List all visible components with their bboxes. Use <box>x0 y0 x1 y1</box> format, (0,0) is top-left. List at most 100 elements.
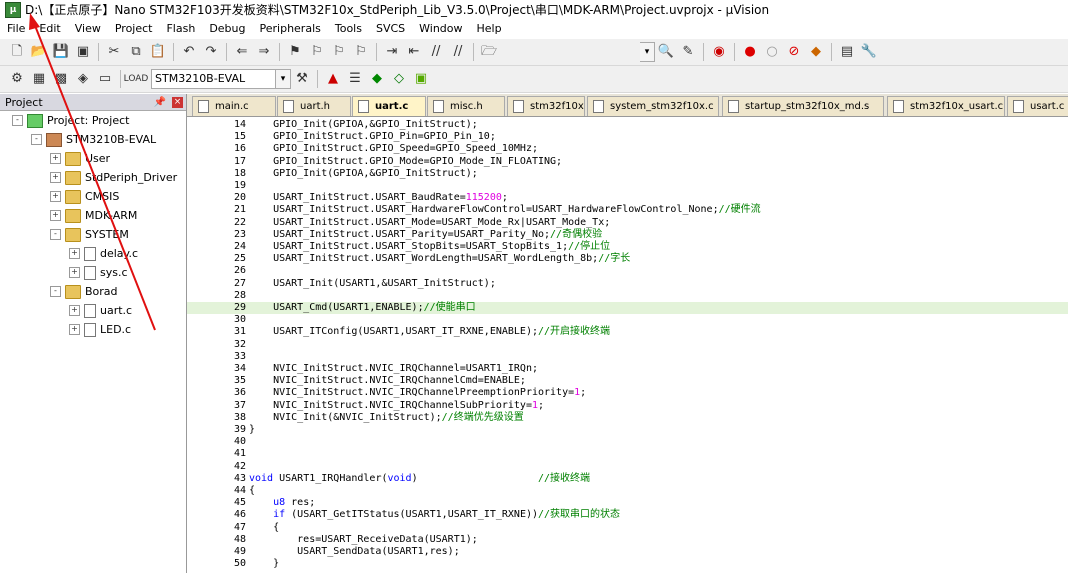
target-options-icon[interactable]: ⚒ <box>292 69 312 89</box>
prev-bookmark-icon[interactable]: ⚐ <box>307 42 327 62</box>
code-line[interactable]: 40 <box>187 436 1068 448</box>
menu-window[interactable]: Window <box>412 19 469 39</box>
pack-installer-icon[interactable]: ◇ <box>389 69 409 89</box>
cut-icon[interactable]: ✂ <box>104 42 124 62</box>
expand-icon[interactable]: + <box>50 153 61 164</box>
code-line[interactable]: 50 } <box>187 558 1068 570</box>
open-file-icon[interactable]: 📂 <box>29 42 49 62</box>
batch-build-icon[interactable]: ◈ <box>73 69 93 89</box>
disable-breakpoint-icon[interactable]: ○ <box>762 42 782 62</box>
expand-icon[interactable]: + <box>69 267 80 278</box>
code-line[interactable]: 32 <box>187 339 1068 351</box>
code-line[interactable]: 29 USART_Cmd(USART1,ENABLE);//使能串口 <box>187 302 1068 314</box>
code-editor[interactable]: 14 GPIO_Init(GPIOA,&GPIO_InitStruct); 15 … <box>187 117 1068 573</box>
tree-item[interactable]: + User <box>0 149 186 168</box>
menu-file[interactable]: File <box>0 19 32 39</box>
expand-icon[interactable]: + <box>50 172 61 183</box>
tree-item[interactable]: + LED.c <box>0 320 186 339</box>
code-line[interactable]: 31 USART_ITConfig(USART1,USART_IT_RXNE,E… <box>187 326 1068 338</box>
save-all-icon[interactable]: ▣ <box>73 42 93 62</box>
expand-icon[interactable]: + <box>69 305 80 316</box>
nav-back-icon[interactable]: ⇐ <box>232 42 252 62</box>
menu-flash[interactable]: Flash <box>159 19 202 39</box>
code-line[interactable]: 14 GPIO_Init(GPIOA,&GPIO_InitStruct); <box>187 119 1068 131</box>
menu-project[interactable]: Project <box>108 19 160 39</box>
code-line[interactable]: 24 USART_InitStruct.USART_StopBits=USART… <box>187 241 1068 253</box>
find-icon[interactable]: 🔍 <box>656 42 676 62</box>
code-line[interactable]: 49 USART_SendData(USART1,res); <box>187 546 1068 558</box>
tree-item[interactable]: - Project: Project <box>0 111 186 130</box>
target-select[interactable]: STM3210B-EVAL <box>151 69 276 89</box>
collapse-icon[interactable]: - <box>12 115 23 126</box>
code-line[interactable]: 17 GPIO_InitStruct.GPIO_Mode=GPIO_Mode_I… <box>187 156 1068 168</box>
unindent-icon[interactable]: ⇤ <box>404 42 424 62</box>
expand-icon[interactable]: + <box>50 210 61 221</box>
tree-item[interactable]: - SYSTEM <box>0 225 186 244</box>
code-line[interactable]: 39} <box>187 424 1068 436</box>
tab-startup-stm32f10x-md-s[interactable]: startup_stm32f10x_md.s <box>722 96 884 116</box>
collapse-icon[interactable]: - <box>50 286 61 297</box>
clear-bookmarks-icon[interactable]: ⚐ <box>351 42 371 62</box>
code-line[interactable]: 36 NVIC_InitStruct.NVIC_IRQChannelPreemp… <box>187 387 1068 399</box>
code-line[interactable]: 16 GPIO_InitStruct.GPIO_Speed=GPIO_Speed… <box>187 143 1068 155</box>
code-line[interactable]: 46 if (USART_GetITStatus(USART1,USART_IT… <box>187 509 1068 521</box>
code-line[interactable]: 33 <box>187 351 1068 363</box>
tab-main-c[interactable]: main.c <box>192 96 276 116</box>
code-line[interactable]: 37 NVIC_InitStruct.NVIC_IRQChannelSubPri… <box>187 400 1068 412</box>
code-line[interactable]: 23 USART_InitStruct.USART_Parity=USART_P… <box>187 229 1068 241</box>
tree-item[interactable]: + sys.c <box>0 263 186 282</box>
copy-icon[interactable]: ⧉ <box>126 42 146 62</box>
expand-icon[interactable]: + <box>69 324 80 335</box>
find-in-files-icon[interactable]: 🗁 <box>479 42 499 62</box>
code-line[interactable]: 38 NVIC_Init(&NVIC_InitStruct);//终端优先级设置 <box>187 412 1068 424</box>
menu-view[interactable]: View <box>68 19 108 39</box>
tab-stm32f10x-h[interactable]: stm32f10x.h <box>507 96 585 116</box>
incremental-find-icon[interactable]: ✎ <box>678 42 698 62</box>
breakpoint-icon[interactable]: ● <box>740 42 760 62</box>
menu-tools[interactable]: Tools <box>328 19 369 39</box>
debug-session-icon[interactable]: ◉ <box>709 42 729 62</box>
code-line[interactable]: 45 u8 res; <box>187 497 1068 509</box>
menu-svcs[interactable]: SVCS <box>369 19 412 39</box>
build-icon[interactable]: ▦ <box>29 69 49 89</box>
tab-stm32f10x-usart-c[interactable]: stm32f10x_usart.c <box>887 96 1005 116</box>
select-software-packs-icon[interactable]: ▣ <box>411 69 431 89</box>
tree-item[interactable]: + StdPeriph_Driver <box>0 168 186 187</box>
code-line[interactable]: 34 NVIC_InitStruct.NVIC_IRQChannel=USART… <box>187 363 1068 375</box>
code-line[interactable]: 15 GPIO_InitStruct.GPIO_Pin=GPIO_Pin_10; <box>187 131 1068 143</box>
collapse-icon[interactable]: - <box>50 229 61 240</box>
tab-usart-c[interactable]: usart.c <box>1007 96 1068 116</box>
code-line[interactable]: 19 <box>187 180 1068 192</box>
kill-breakpoints-icon[interactable]: ◆ <box>806 42 826 62</box>
run-time-env-icon[interactable]: ◆ <box>367 69 387 89</box>
window-layout-icon[interactable]: ▤ <box>837 42 857 62</box>
code-line[interactable]: 48 res=USART_ReceiveData(USART1); <box>187 534 1068 546</box>
tree-item[interactable]: + delay.c <box>0 244 186 263</box>
menu-help[interactable]: Help <box>470 19 509 39</box>
code-line[interactable]: 18 GPIO_Init(GPIOA,&GPIO_InitStruct); <box>187 168 1068 180</box>
translate-icon[interactable]: ⚙ <box>7 69 27 89</box>
comment-icon[interactable]: // <box>426 42 446 62</box>
expand-icon[interactable]: + <box>50 191 61 202</box>
code-line[interactable]: 26 <box>187 265 1068 277</box>
nav-forward-icon[interactable]: ⇒ <box>254 42 274 62</box>
uncomment-icon[interactable]: // <box>448 42 468 62</box>
target-dropdown-icon[interactable]: ▾ <box>276 69 291 89</box>
tree-item[interactable]: - Borad <box>0 282 186 301</box>
download-icon[interactable]: LOAD <box>124 69 149 89</box>
code-line[interactable]: 43 void USART1_IRQHandler(void) //接收终端 <box>187 473 1068 485</box>
undo-icon[interactable]: ↶ <box>179 42 199 62</box>
tab-misc-h[interactable]: misc.h <box>427 96 505 116</box>
rebuild-icon[interactable]: ▩ <box>51 69 71 89</box>
configure-icon[interactable]: 🔧 <box>859 42 879 62</box>
menu-edit[interactable]: Edit <box>32 19 67 39</box>
file-extensions-icon[interactable]: ☰ <box>345 69 365 89</box>
disable-all-breakpoints-icon[interactable]: ⊘ <box>784 42 804 62</box>
expand-icon[interactable]: + <box>69 248 80 259</box>
pin-icon[interactable]: 📌 <box>154 97 166 108</box>
code-line[interactable]: 41 <box>187 448 1068 460</box>
code-line[interactable]: 21 USART_InitStruct.USART_HardwareFlowCo… <box>187 204 1068 216</box>
tab-system-stm32f10x-c[interactable]: system_stm32f10x.c <box>587 96 719 116</box>
manage-components-icon[interactable]: ▲ <box>323 69 343 89</box>
stop-build-icon[interactable]: ▭ <box>95 69 115 89</box>
